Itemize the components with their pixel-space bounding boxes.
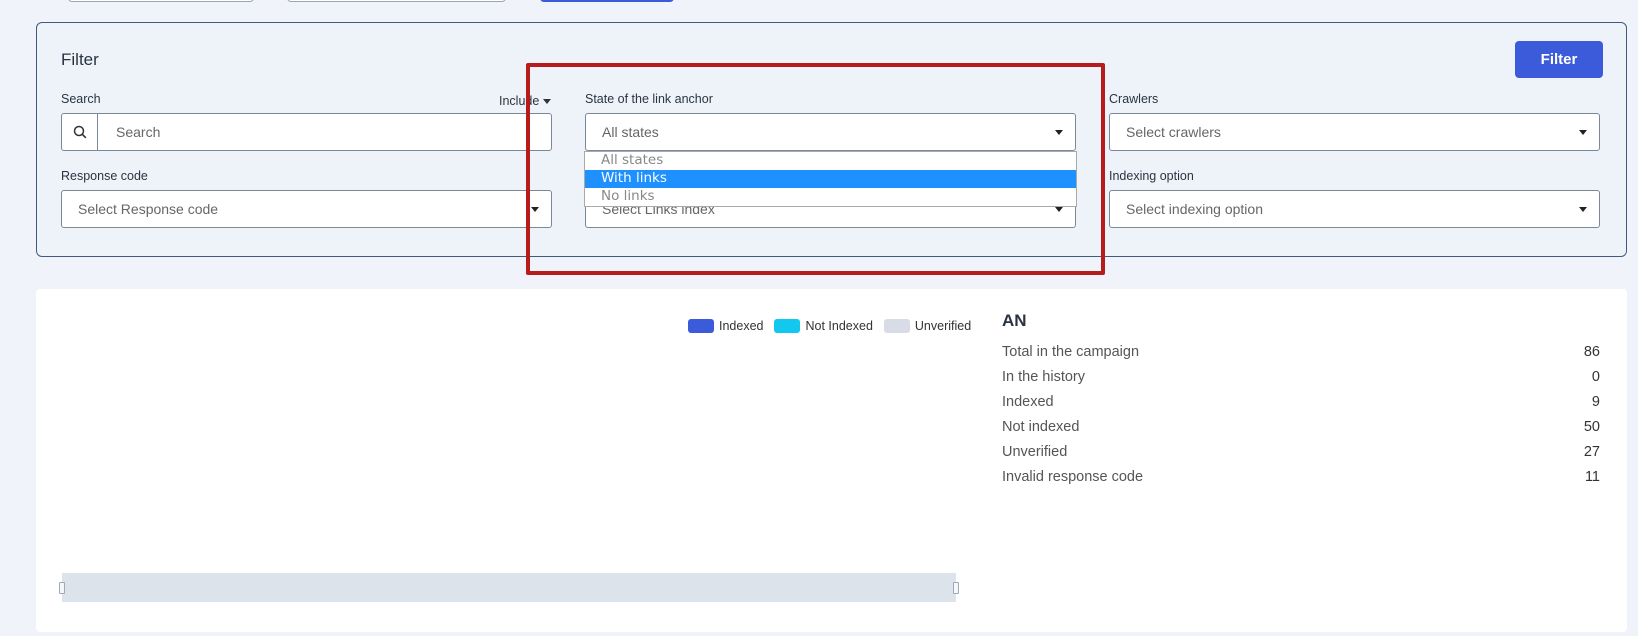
indexing-option-select[interactable]: Select indexing option <box>1109 190 1600 228</box>
chevron-down-icon <box>1579 207 1587 212</box>
include-toggle[interactable]: Include <box>499 94 552 108</box>
crawlers-label: Crawlers <box>1109 92 1159 106</box>
stat-label: Indexed <box>1002 394 1054 410</box>
dropdown-option-with-links[interactable]: With links <box>585 170 1076 188</box>
response-code-label: Response code <box>61 169 148 183</box>
top-tab-1[interactable] <box>68 0 254 2</box>
filter-title: Filter <box>61 50 99 69</box>
stat-row: Invalid response code 11 <box>1002 469 1600 485</box>
stat-row: Unverified 27 <box>1002 444 1600 460</box>
legend-item-unverified[interactable]: Unverified <box>883 319 972 333</box>
top-tab-active[interactable] <box>540 0 674 2</box>
chevron-down-icon <box>1579 130 1587 135</box>
chevron-down-icon <box>543 99 552 105</box>
stat-value: 27 <box>1583 444 1600 460</box>
stat-row: In the history 0 <box>1002 369 1600 385</box>
crawlers-value: Select crawlers <box>1126 124 1221 140</box>
legend-swatch <box>774 319 801 333</box>
slider-handle-left[interactable] <box>59 582 65 594</box>
response-code-value: Select Response code <box>78 201 219 217</box>
legend-item-not-indexed[interactable]: Not Indexed <box>774 319 873 333</box>
chart-legend: Indexed Not Indexed Unverified <box>688 319 982 333</box>
response-code-select[interactable]: Select Response code <box>61 190 552 228</box>
stat-value: 0 <box>1591 369 1600 385</box>
legend-swatch <box>883 319 910 333</box>
stat-label: In the history <box>1002 369 1086 385</box>
chevron-down-icon <box>1055 207 1063 212</box>
stat-row: Indexed 9 <box>1002 394 1600 410</box>
chart-zoom-slider[interactable] <box>59 573 959 602</box>
stats-panel: Indexed Not Indexed Unverified AN Total … <box>36 289 1627 632</box>
stat-value: 11 <box>1584 469 1600 485</box>
slider-handle-right[interactable] <box>953 582 959 594</box>
stat-value: 50 <box>1583 419 1600 435</box>
stat-row: Total in the campaign 86 <box>1002 344 1600 360</box>
dropdown-option-all-states[interactable]: All states <box>585 152 1076 170</box>
link-anchor-select[interactable]: All states <box>585 113 1076 151</box>
link-anchor-label: State of the link anchor <box>585 92 713 106</box>
link-anchor-value: All states <box>602 124 659 140</box>
search-field <box>61 113 552 151</box>
chevron-down-icon <box>1055 130 1063 135</box>
legend-item-indexed[interactable]: Indexed <box>688 319 763 333</box>
stat-row: Not indexed 50 <box>1002 419 1600 435</box>
legend-label: Unverified <box>914 319 972 333</box>
search-label: Search <box>61 92 101 106</box>
stat-value: 9 <box>1591 394 1600 410</box>
stat-label: Not indexed <box>1002 419 1080 435</box>
stat-label: Invalid response code <box>1002 469 1144 485</box>
crawlers-select[interactable]: Select crawlers <box>1109 113 1600 151</box>
filter-button[interactable]: Filter <box>1515 41 1603 78</box>
top-tab-2[interactable] <box>287 0 506 2</box>
include-label: Include <box>499 94 540 108</box>
indexing-option-label: Indexing option <box>1109 169 1194 183</box>
legend-swatch <box>688 319 714 333</box>
filter-panel: Filter Filter Search Include State of th… <box>36 22 1627 257</box>
stat-value: 86 <box>1583 344 1600 360</box>
chevron-down-icon <box>531 207 539 212</box>
search-icon <box>62 114 98 150</box>
stats-title: AN <box>1002 311 1027 330</box>
stat-label: Unverified <box>1002 444 1068 460</box>
legend-label: Indexed <box>719 319 764 333</box>
dropdown-option-no-links[interactable]: No links <box>585 188 1076 206</box>
stat-label: Total in the campaign <box>1002 344 1140 360</box>
indexing-option-value: Select indexing option <box>1126 201 1263 217</box>
search-input[interactable] <box>98 114 551 150</box>
link-anchor-dropdown: All states With links No links <box>584 151 1077 207</box>
legend-label: Not Indexed <box>805 319 873 333</box>
